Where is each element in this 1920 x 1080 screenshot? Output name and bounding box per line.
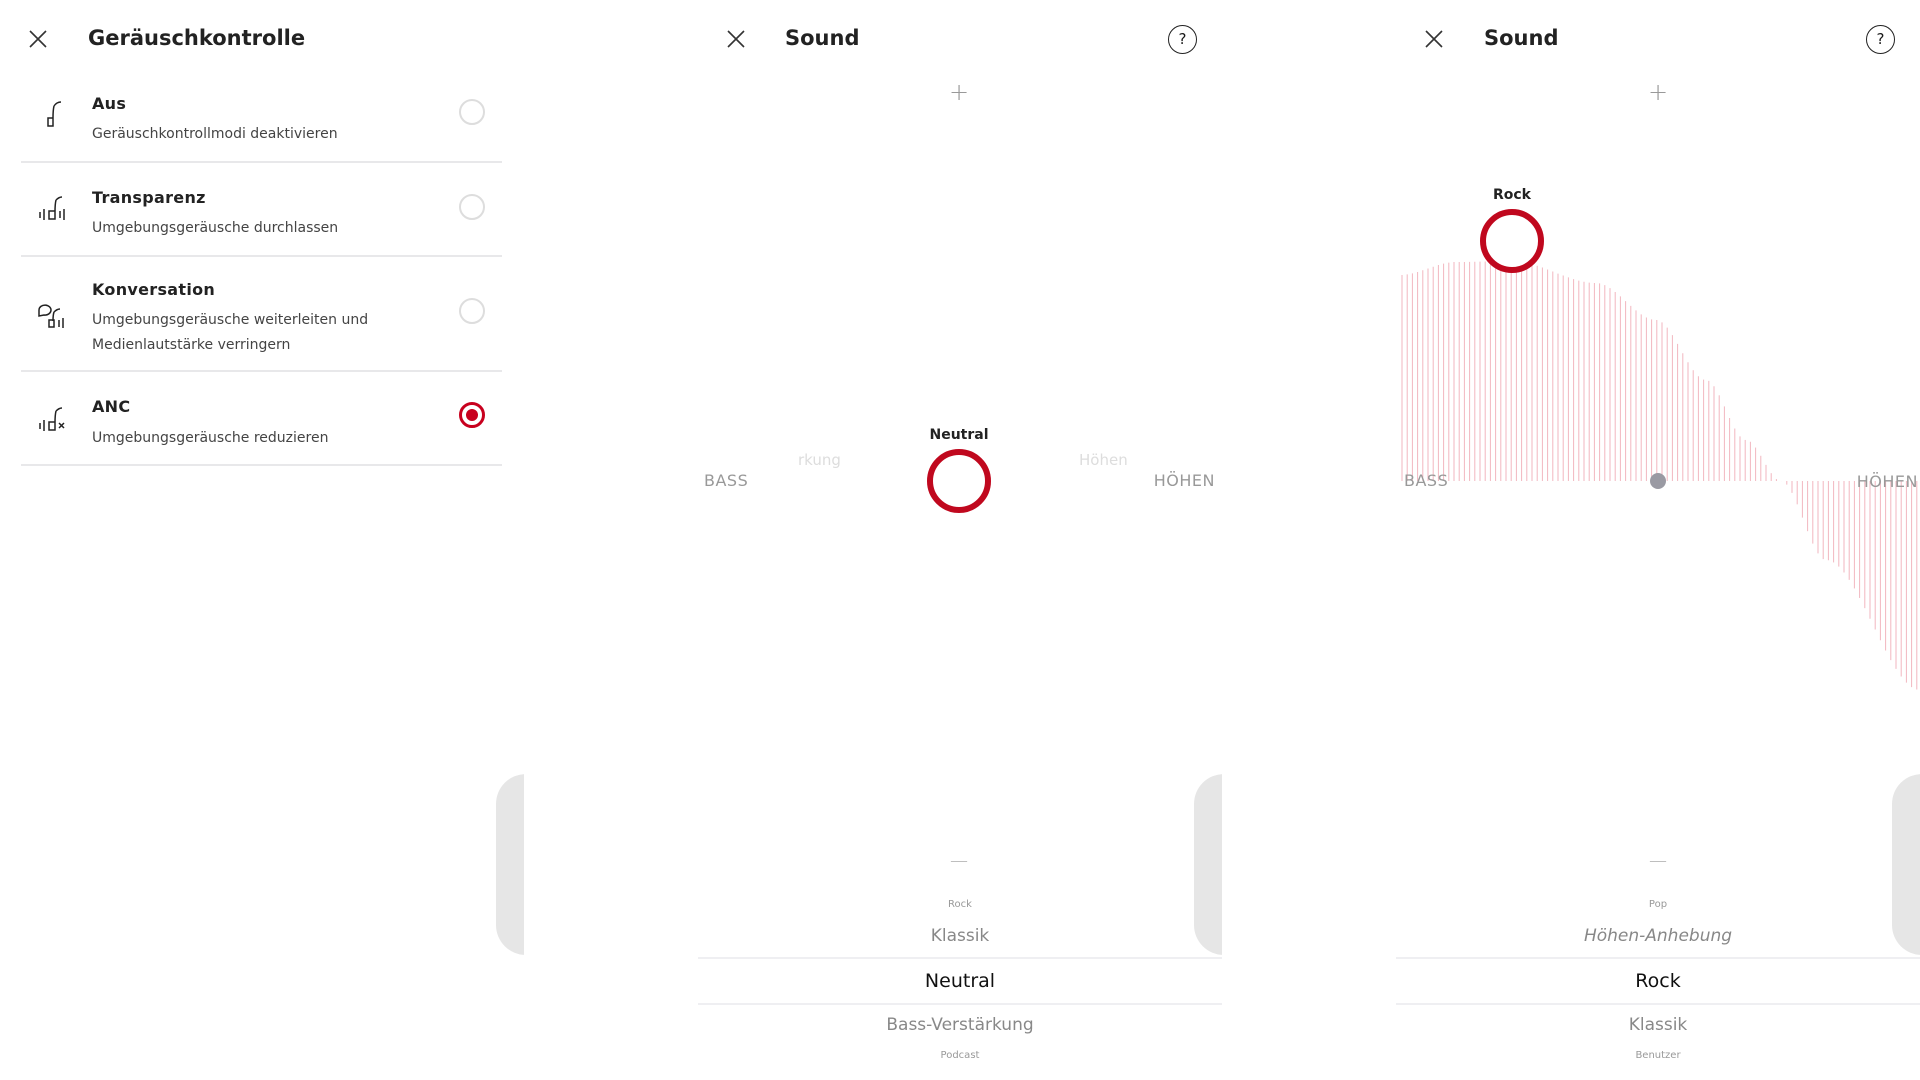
plus-icon: + [948,78,970,106]
picker-item[interactable]: Klassik [1396,1015,1920,1035]
minus-icon: — [950,850,968,871]
preset-label: Rock [1492,187,1531,203]
sound-panel-rock: Sound ? + BASS HÖHEN Rock — Pop Höhen-An… [1396,0,1920,1080]
option-title: Konversation [92,280,216,299]
plus-icon: + [1647,78,1669,106]
picker-item[interactable]: Klassik [698,926,1222,946]
page-title: Geräuschkontrolle [88,26,306,50]
divider [21,255,502,257]
option-description: Geräuschkontrollmodi deaktivieren [92,126,338,142]
option-description: Umgebungsgeräusche weiterleiten und [92,312,369,328]
faint-preset-label: Höhen [1079,451,1128,469]
option-description: Medienlautstärke verringern [92,337,291,353]
page-title: Sound [785,26,860,50]
close-icon[interactable] [1423,28,1445,50]
picker-divider [1396,1003,1920,1005]
picker-divider [698,1003,1222,1005]
divider [21,161,502,163]
help-icon[interactable]: ? [1168,25,1197,54]
bass-label: BASS [704,471,749,490]
radio-aus[interactable] [459,99,485,125]
treble-label: HÖHEN [1856,472,1918,491]
treble-label: HÖHEN [1153,471,1215,490]
anc-icon [39,407,65,431]
picker-item[interactable]: Podcast [698,1050,1222,1061]
radio-transparenz[interactable] [459,194,485,220]
close-icon[interactable] [725,28,747,50]
side-handle[interactable] [496,774,524,955]
picker-item-selected[interactable]: Neutral [698,970,1222,992]
center-dot [1650,473,1666,489]
minus-icon: — [1649,850,1667,871]
preset-label: Neutral [929,427,989,443]
picker-item[interactable]: Bass-Verstärkung [698,1015,1222,1035]
help-icon[interactable]: ? [1866,25,1895,54]
faint-preset-label: rkung [798,451,841,469]
picker-item[interactable]: Benutzer [1396,1050,1920,1061]
bass-label: BASS [1404,471,1449,490]
divider [21,464,502,466]
sound-panel-neutral: Sound ? + rkung Höhen BASS HÖHEN Neutral… [698,0,1222,1080]
picker-divider [1396,957,1920,959]
picker-item[interactable]: Höhen-Anhebung [1396,926,1920,946]
eq-handle[interactable] [927,449,991,513]
option-title: Aus [92,94,127,113]
transparency-icon [39,196,65,220]
picker-divider [698,957,1222,959]
picker-item[interactable]: Pop [1396,899,1920,910]
radio-konversation[interactable] [459,298,485,324]
eq-handle[interactable] [1480,209,1544,273]
option-description: Umgebungsgeräusche durchlassen [92,220,339,236]
earbud-off-icon [47,101,62,127]
side-handle[interactable] [1892,774,1920,955]
conversation-icon [38,304,64,328]
page-title: Sound [1484,26,1559,50]
option-title: ANC [92,397,131,416]
picker-item[interactable]: Rock [698,899,1222,910]
noise-control-panel: Geräuschkontrolle Aus Geräuschkontrollmo… [0,0,524,1080]
radio-anc[interactable] [459,402,485,428]
picker-item-selected[interactable]: Rock [1396,970,1920,992]
side-handle[interactable] [1194,774,1222,955]
divider [21,370,502,372]
close-icon[interactable] [27,28,49,50]
option-title: Transparenz [92,188,206,207]
option-description: Umgebungsgeräusche reduzieren [92,430,329,446]
